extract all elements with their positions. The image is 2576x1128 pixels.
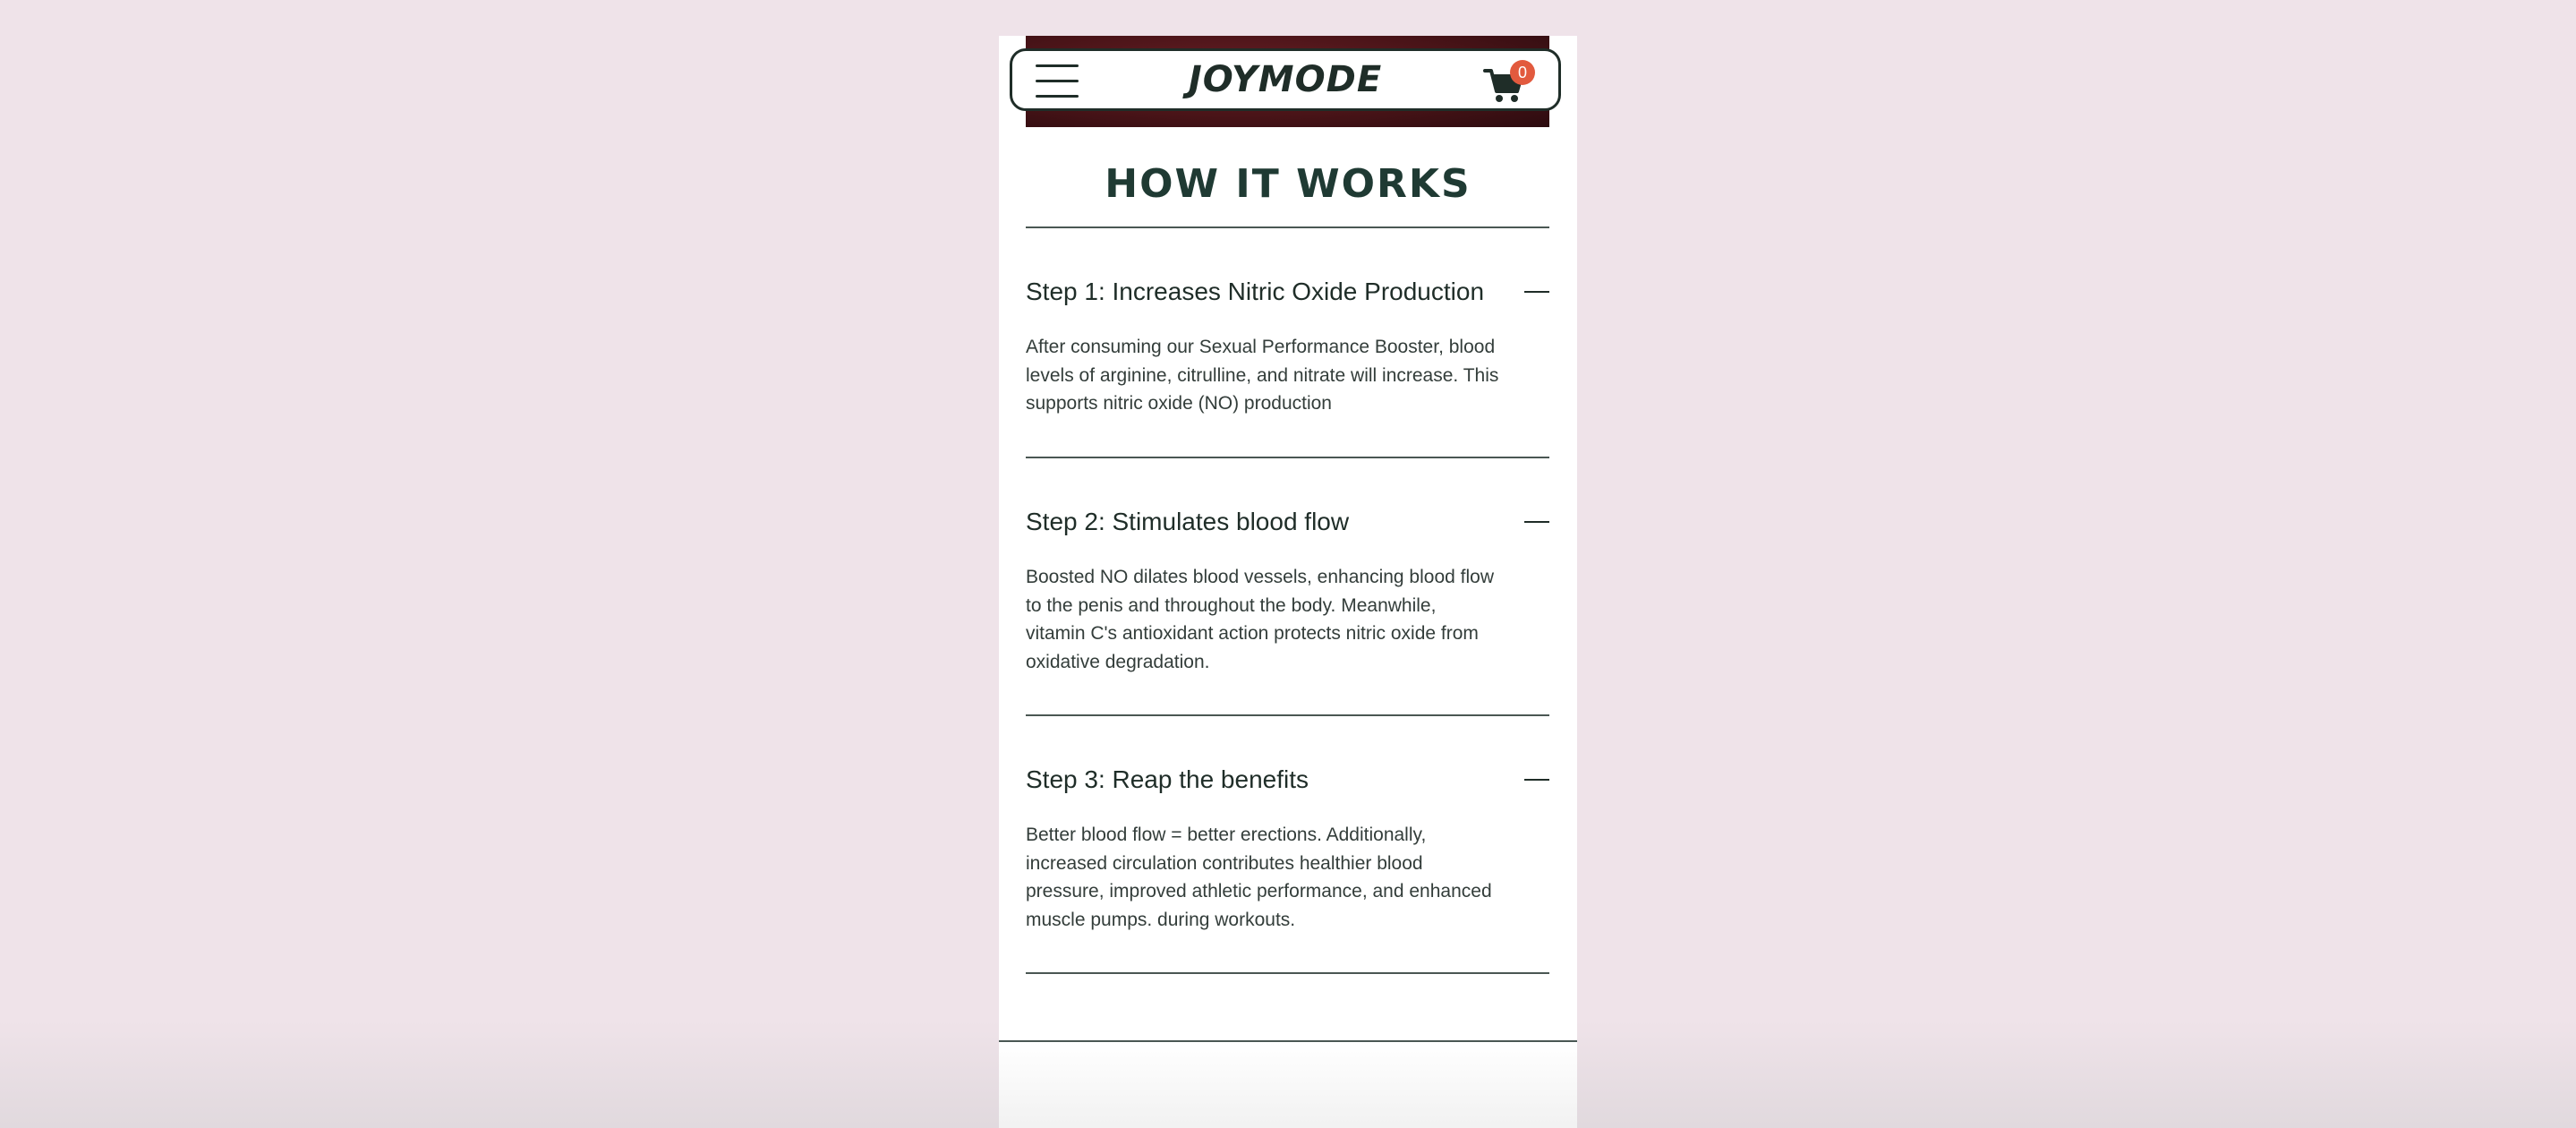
cart-button[interactable]: 0 <box>1483 60 1540 105</box>
step-2-body: Boosted NO dilates blood vessels, enhanc… <box>1026 567 1494 672</box>
section-title: HOW IT WORKS <box>1105 161 1471 207</box>
step-2-title: Step 2: Stimulates blood flow <box>1026 508 1350 535</box>
cart-count-badge: 0 <box>1510 60 1535 85</box>
site-logo[interactable]: JOYMODE <box>1012 60 1558 99</box>
step-1-title: Step 1: Increases Nitric Oxide Productio… <box>1026 278 1485 305</box>
step-3-body: Better blood flow = better erections. Ad… <box>1026 825 1492 930</box>
step-2-header[interactable]: Step 2: Stimulates blood flow <box>1026 502 1549 542</box>
divider <box>1026 972 1549 974</box>
minus-icon[interactable] <box>1524 291 1549 293</box>
step-1-header[interactable]: Step 1: Increases Nitric Oxide Productio… <box>1026 272 1549 312</box>
step-3-title: Step 3: Reap the benefits <box>1026 765 1309 793</box>
minus-icon[interactable] <box>1524 779 1549 781</box>
step-1-body: After consuming our Sexual Performance B… <box>1026 337 1499 414</box>
minus-icon[interactable] <box>1524 521 1549 523</box>
divider <box>1026 714 1549 716</box>
site-header: JOYMODE 0 <box>1010 48 1561 111</box>
step-3-header[interactable]: Step 3: Reap the benefits <box>1026 760 1549 799</box>
footer-section <box>999 1040 1577 1128</box>
mobile-viewport: JOYMODE 0 HOW IT WORKS Step 1: Increases… <box>999 36 1577 1128</box>
divider <box>1026 226 1549 228</box>
divider <box>1026 457 1549 458</box>
